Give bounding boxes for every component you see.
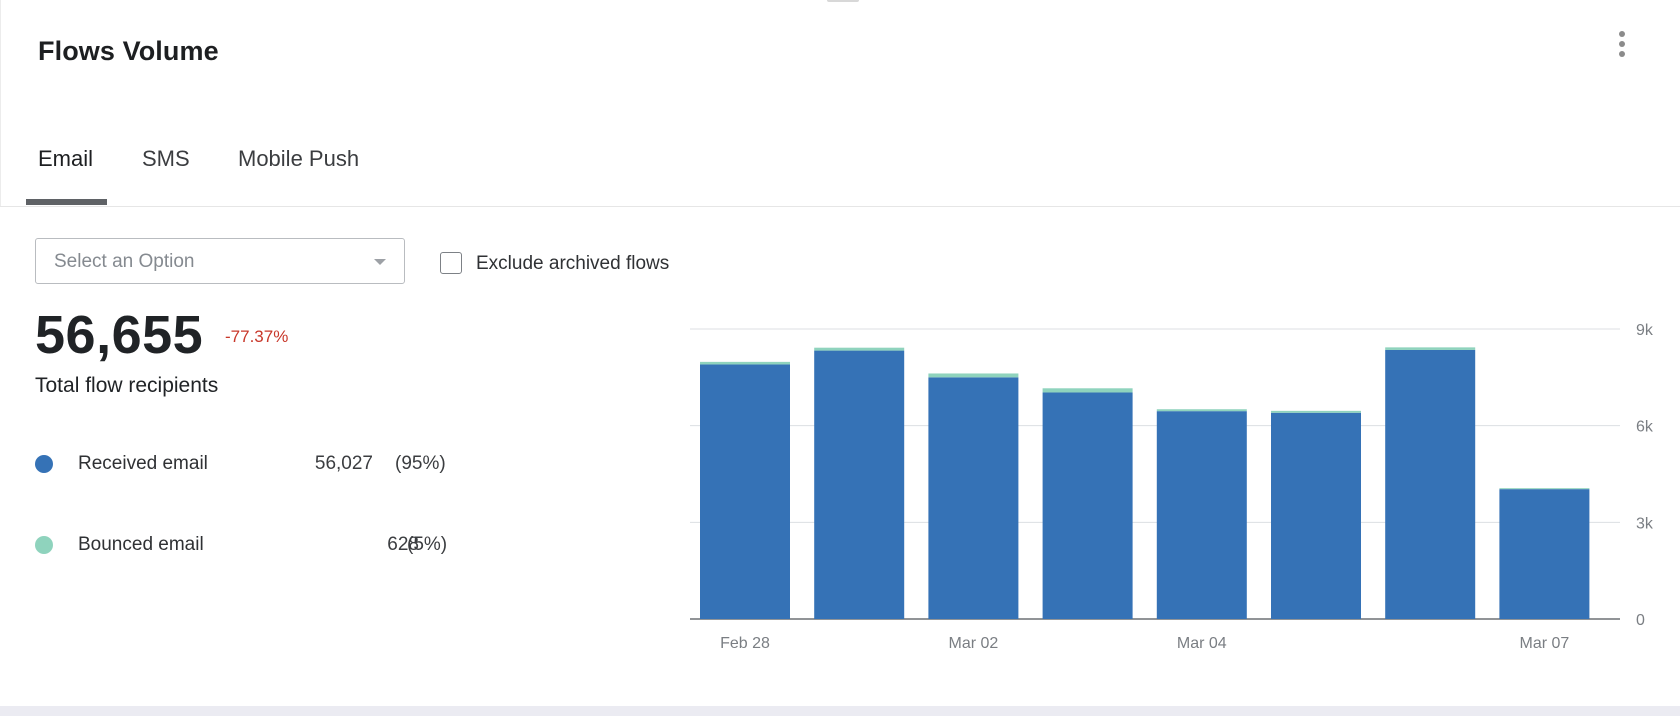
bar-received [1271, 412, 1361, 619]
bar-bounced [1156, 409, 1247, 412]
more-options-icon[interactable] [1611, 29, 1633, 59]
tab-sms[interactable]: SMS [142, 146, 190, 172]
tabs-divider [0, 206, 1680, 207]
bar-bounced [1499, 488, 1590, 490]
flows-volume-card: Flows Volume Email SMS Mobile Push [0, 0, 1680, 207]
bar-bounced [1385, 347, 1476, 350]
total-recipients-value: 56,655 [35, 305, 204, 365]
card-title: Flows Volume [38, 36, 219, 66]
x-tick-label: Mar 07 [1520, 635, 1570, 650]
legend-label: Bounced email [78, 534, 204, 555]
active-tab-indicator [26, 199, 107, 205]
legend-count: 56,027 [314, 453, 373, 474]
change-percentage: -77.37% [225, 327, 289, 346]
x-tick-label: Mar 04 [1177, 635, 1227, 650]
y-tick-label: 0 [1636, 612, 1645, 629]
tab-mobile-push[interactable]: Mobile Push [238, 146, 359, 172]
bar-bounced [1042, 388, 1133, 393]
bar-received [700, 364, 790, 619]
x-tick-label: Mar 02 [949, 635, 999, 650]
bar-bounced [700, 361, 790, 365]
select-placeholder: Select an Option [54, 251, 195, 272]
flow-select-dropdown[interactable]: Select an Option [35, 238, 405, 284]
total-recipients-caption: Total flow recipients [35, 374, 219, 397]
y-tick-label: 9k [1636, 322, 1654, 339]
y-tick-label: 3k [1636, 515, 1654, 532]
exclude-archived-label[interactable]: Exclude archived flows [476, 253, 669, 275]
bar-bounced [928, 373, 1019, 378]
drag-handle [827, 0, 859, 2]
bar-received [1042, 392, 1133, 619]
bar-received [814, 350, 905, 619]
bounced-dot-icon [35, 536, 53, 554]
tab-email[interactable]: Email [38, 146, 93, 172]
y-tick-label: 6k [1636, 419, 1654, 436]
flows-volume-chart: 0 3k 6k 9k Feb 28 Mar 02 Mar 04 Mar 07 [680, 310, 1680, 650]
bar-received [1156, 411, 1247, 619]
bar-received [1385, 349, 1476, 619]
legend-label: Received email [78, 453, 208, 474]
bar-received [1499, 489, 1590, 619]
received-dot-icon [35, 455, 53, 473]
bar-received [928, 377, 1019, 619]
legend-percent: (5%) [407, 534, 448, 555]
bar-bounced [1271, 410, 1361, 413]
bar-bounced [814, 347, 905, 351]
legend-item-bounced: Bounced email 628 (5%) [35, 533, 447, 559]
exclude-archived-checkbox[interactable] [440, 252, 462, 274]
x-tick-label: Feb 28 [720, 635, 770, 650]
bar-chart-svg: 0 3k 6k 9k Feb 28 Mar 02 Mar 04 Mar 07 [690, 322, 1654, 650]
caret-down-icon [374, 259, 386, 265]
legend-percent: (95%) [395, 453, 446, 474]
page-footer-band [0, 706, 1680, 716]
legend-item-received: Received email 56,027 (95%) [35, 452, 447, 478]
